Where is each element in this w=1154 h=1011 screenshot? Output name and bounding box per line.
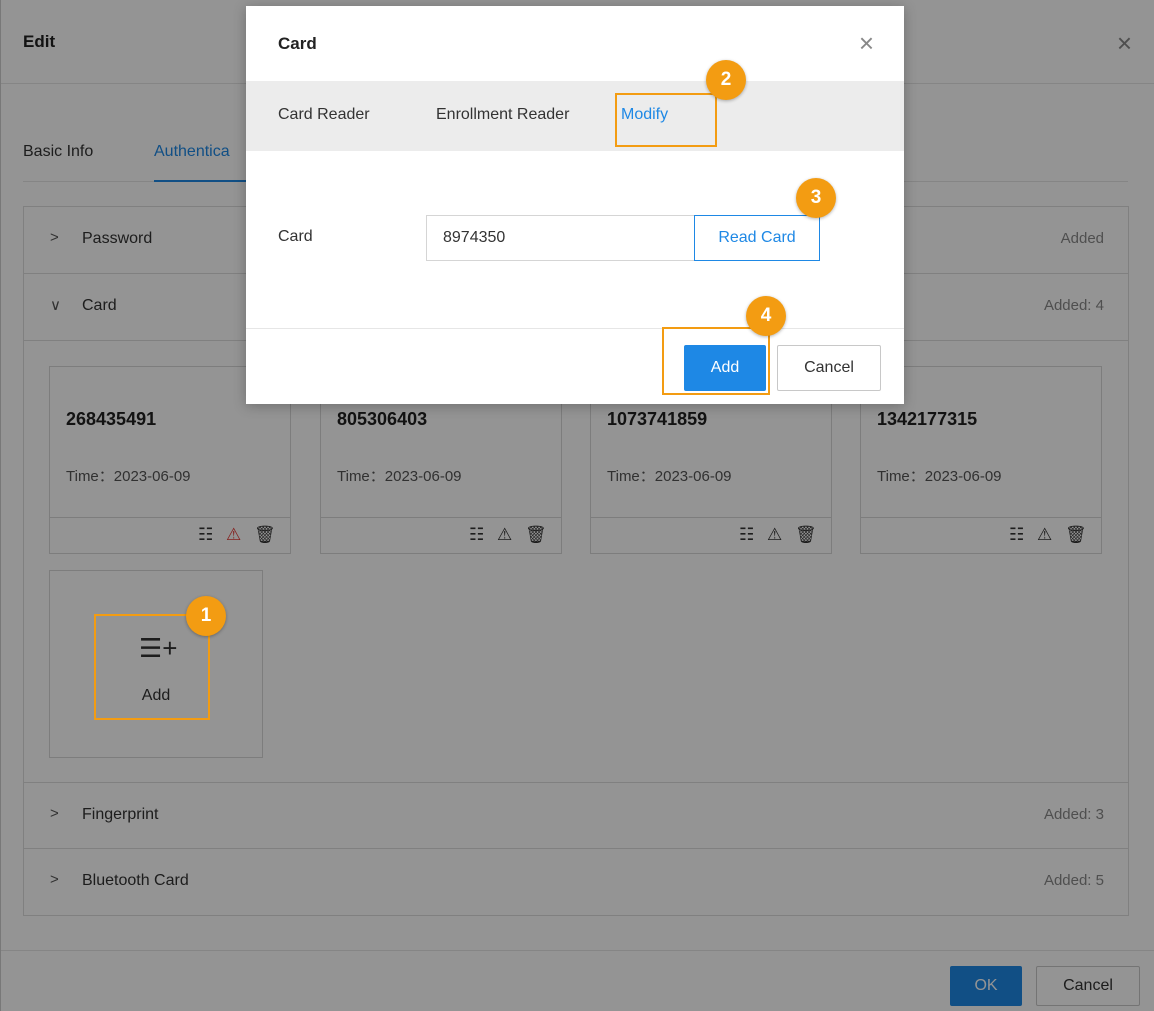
- modal-cancel-button[interactable]: Cancel: [777, 345, 881, 391]
- card-modal-title: Card: [278, 34, 317, 53]
- callout-badge-4: 4: [746, 296, 786, 336]
- card-number-input[interactable]: [426, 215, 694, 261]
- highlight-box-modify-tab: [615, 93, 717, 147]
- read-card-button[interactable]: Read Card: [694, 215, 820, 261]
- card-modal-footer-divider: [246, 328, 904, 329]
- highlight-box-add-button: [662, 327, 770, 395]
- card-modal-close-icon[interactable]: ×: [859, 30, 874, 56]
- card-field-label: Card: [278, 228, 313, 245]
- tab-enrollment-reader[interactable]: Enrollment Reader: [436, 106, 569, 124]
- callout-badge-3: 3: [796, 178, 836, 218]
- card-modal-tabs: Card Reader Enrollment Reader Modify: [246, 81, 904, 151]
- callout-badge-2: 2: [706, 60, 746, 100]
- tab-card-reader[interactable]: Card Reader: [278, 106, 370, 124]
- callout-badge-1: 1: [186, 596, 226, 636]
